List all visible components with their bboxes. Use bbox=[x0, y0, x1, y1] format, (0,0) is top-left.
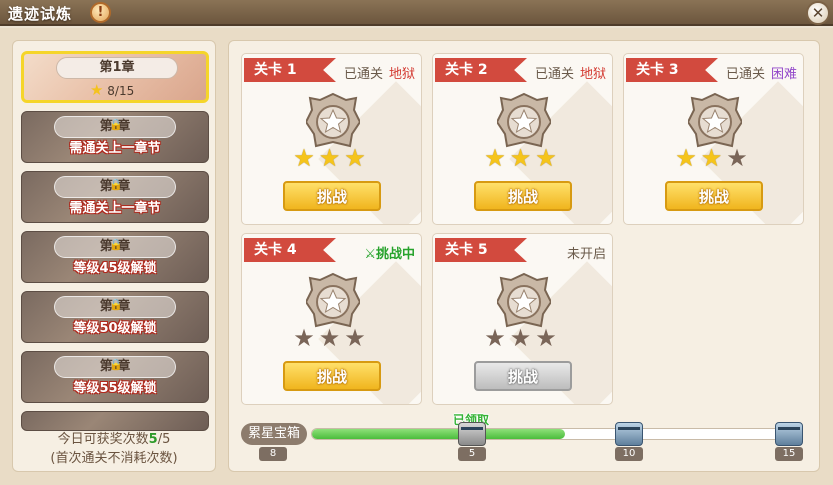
stage-card-5: 关卡 5 未开启 ★★★ 挑战 bbox=[432, 233, 613, 405]
window-title: 遗迹试炼 bbox=[8, 5, 73, 23]
stage-panel: 关卡 1 已通关 地狱 ★★★ 挑战 关卡 2 已通关 地狱 ★★★ 挑战 关卡… bbox=[228, 40, 820, 472]
star-icon: ★ bbox=[535, 144, 561, 172]
chapter-item-3[interactable]: 第 章 🔒 需通关上一章节 bbox=[21, 171, 209, 223]
stage-status: ⚔挑战中 bbox=[364, 247, 415, 262]
difficulty-label: 困难 bbox=[770, 67, 797, 82]
stage-tag: 关卡 2 bbox=[435, 58, 527, 82]
stage-status: 未开启 bbox=[566, 247, 606, 262]
milestone-label-5: 5 bbox=[458, 447, 486, 461]
stage-card-3: 关卡 3 已通关 困难 ★★★ 挑战 bbox=[623, 53, 804, 225]
crossed-swords-icon: ⚔ bbox=[364, 247, 376, 262]
star-box-progress-bar bbox=[311, 428, 791, 440]
reward-count: 今日可获奖次数5/5 (首次通关不消耗次数) bbox=[13, 430, 215, 468]
star-empty-icon: ★ bbox=[318, 324, 345, 352]
star-box-progress-fill bbox=[312, 429, 566, 439]
lock-icon: 🔒 bbox=[109, 298, 123, 311]
star-empty-icon: ★ bbox=[484, 324, 510, 352]
stage-tag: 关卡 1 bbox=[244, 58, 336, 82]
medal-icon bbox=[306, 92, 360, 148]
star-icon: ★ bbox=[484, 144, 510, 172]
help-icon[interactable]: ! bbox=[90, 2, 111, 23]
chapter-item-2[interactable]: 第 章 🔒 需通关上一章节 bbox=[21, 111, 209, 163]
difficulty-label: 地狱 bbox=[388, 67, 415, 82]
title-bar: 遗迹试炼 ! ✕ bbox=[0, 0, 833, 26]
chapter-lock-text: 需通关上一章节 bbox=[69, 201, 161, 216]
lock-icon: 🔒 bbox=[109, 118, 123, 131]
chapter-item-5[interactable]: 第 章 🔒 等级50级解锁 bbox=[21, 291, 209, 343]
reward-count-line2: (首次通关不消耗次数) bbox=[50, 451, 178, 466]
star-empty-icon: ★ bbox=[726, 144, 752, 172]
challenge-button[interactable]: 挑战 bbox=[283, 181, 381, 211]
stage-status: 已通关 困难 bbox=[725, 67, 797, 82]
reward-count-line1: 今日可获奖次数5/5 bbox=[57, 432, 171, 447]
star-empty-icon: ★ bbox=[344, 324, 370, 352]
star-icon: ★ bbox=[293, 144, 319, 172]
chapter-item-6[interactable]: 第 章 🔒 等级55级解锁 bbox=[21, 351, 209, 403]
challenge-button[interactable]: 挑战 bbox=[665, 181, 763, 211]
stage-stars: ★★★ bbox=[433, 146, 612, 170]
star-icon: ★ bbox=[90, 81, 104, 99]
star-icon: ★ bbox=[675, 144, 701, 172]
star-empty-icon: ★ bbox=[509, 324, 536, 352]
stage-stars: ★★★ bbox=[433, 326, 612, 350]
difficulty-label: 地狱 bbox=[579, 67, 606, 82]
chapter-item-4[interactable]: 第 章 🔒 等级45级解锁 bbox=[21, 231, 209, 283]
stage-card-1: 关卡 1 已通关 地狱 ★★★ 挑战 bbox=[241, 53, 422, 225]
star-icon: ★ bbox=[318, 144, 345, 172]
milestone-label-15: 15 bbox=[775, 447, 803, 461]
challenge-button-disabled[interactable]: 挑战 bbox=[474, 361, 572, 391]
milestone-label-10: 10 bbox=[615, 447, 643, 461]
chest-icon-10[interactable] bbox=[615, 422, 643, 446]
chapter-item-7-partial[interactable] bbox=[21, 411, 209, 431]
star-icon: ★ bbox=[700, 144, 727, 172]
chest-icon-5[interactable] bbox=[458, 422, 486, 446]
chapter-star-count: ★ 8/15 bbox=[90, 81, 135, 99]
chapter-label: 第1章 bbox=[56, 57, 178, 79]
lock-icon: 🔒 bbox=[109, 238, 123, 251]
medal-icon bbox=[688, 92, 742, 148]
medal-icon bbox=[497, 92, 551, 148]
challenge-button[interactable]: 挑战 bbox=[283, 361, 381, 391]
star-empty-icon: ★ bbox=[293, 324, 319, 352]
stage-stars: ★★★ bbox=[624, 146, 803, 170]
chapter-lock-text: 等级45级解锁 bbox=[73, 261, 157, 276]
chapter-lock-text: 等级50级解锁 bbox=[73, 321, 157, 336]
stage-status: 已通关 地狱 bbox=[534, 67, 606, 82]
star-icon: ★ bbox=[509, 144, 536, 172]
chapter-lock-text: 等级55级解锁 bbox=[73, 381, 157, 396]
challenge-button[interactable]: 挑战 bbox=[474, 181, 572, 211]
stage-card-4: 关卡 4 ⚔挑战中 ★★★ 挑战 bbox=[241, 233, 422, 405]
close-icon[interactable]: ✕ bbox=[806, 1, 830, 25]
chapter-list[interactable]: 第1章 ★ 8/15 第 章 🔒 需通关上一章节 第 章 🔒 需通关上一章节 第… bbox=[12, 40, 216, 472]
medal-icon bbox=[306, 272, 360, 328]
chapter-item-1[interactable]: 第1章 ★ 8/15 bbox=[21, 51, 209, 103]
medal-icon bbox=[497, 272, 551, 328]
stage-stars: ★★★ bbox=[242, 146, 421, 170]
stage-card-2: 关卡 2 已通关 地狱 ★★★ 挑战 bbox=[432, 53, 613, 225]
star-empty-icon: ★ bbox=[535, 324, 561, 352]
lock-icon: 🔒 bbox=[109, 358, 123, 371]
chest-icon-15[interactable] bbox=[775, 422, 803, 446]
chapter-lock-text: 需通关上一章节 bbox=[69, 141, 161, 156]
stage-status: 已通关 地狱 bbox=[343, 67, 415, 82]
stage-tag: 关卡 4 bbox=[244, 238, 336, 262]
star-box-current: 8 bbox=[259, 447, 287, 461]
stage-tag: 关卡 3 bbox=[626, 58, 718, 82]
stage-tag: 关卡 5 bbox=[435, 238, 527, 262]
star-icon: ★ bbox=[344, 144, 370, 172]
lock-icon: 🔒 bbox=[109, 178, 123, 191]
stage-stars: ★★★ bbox=[242, 326, 421, 350]
star-box-label: 累星宝箱 bbox=[241, 423, 307, 445]
